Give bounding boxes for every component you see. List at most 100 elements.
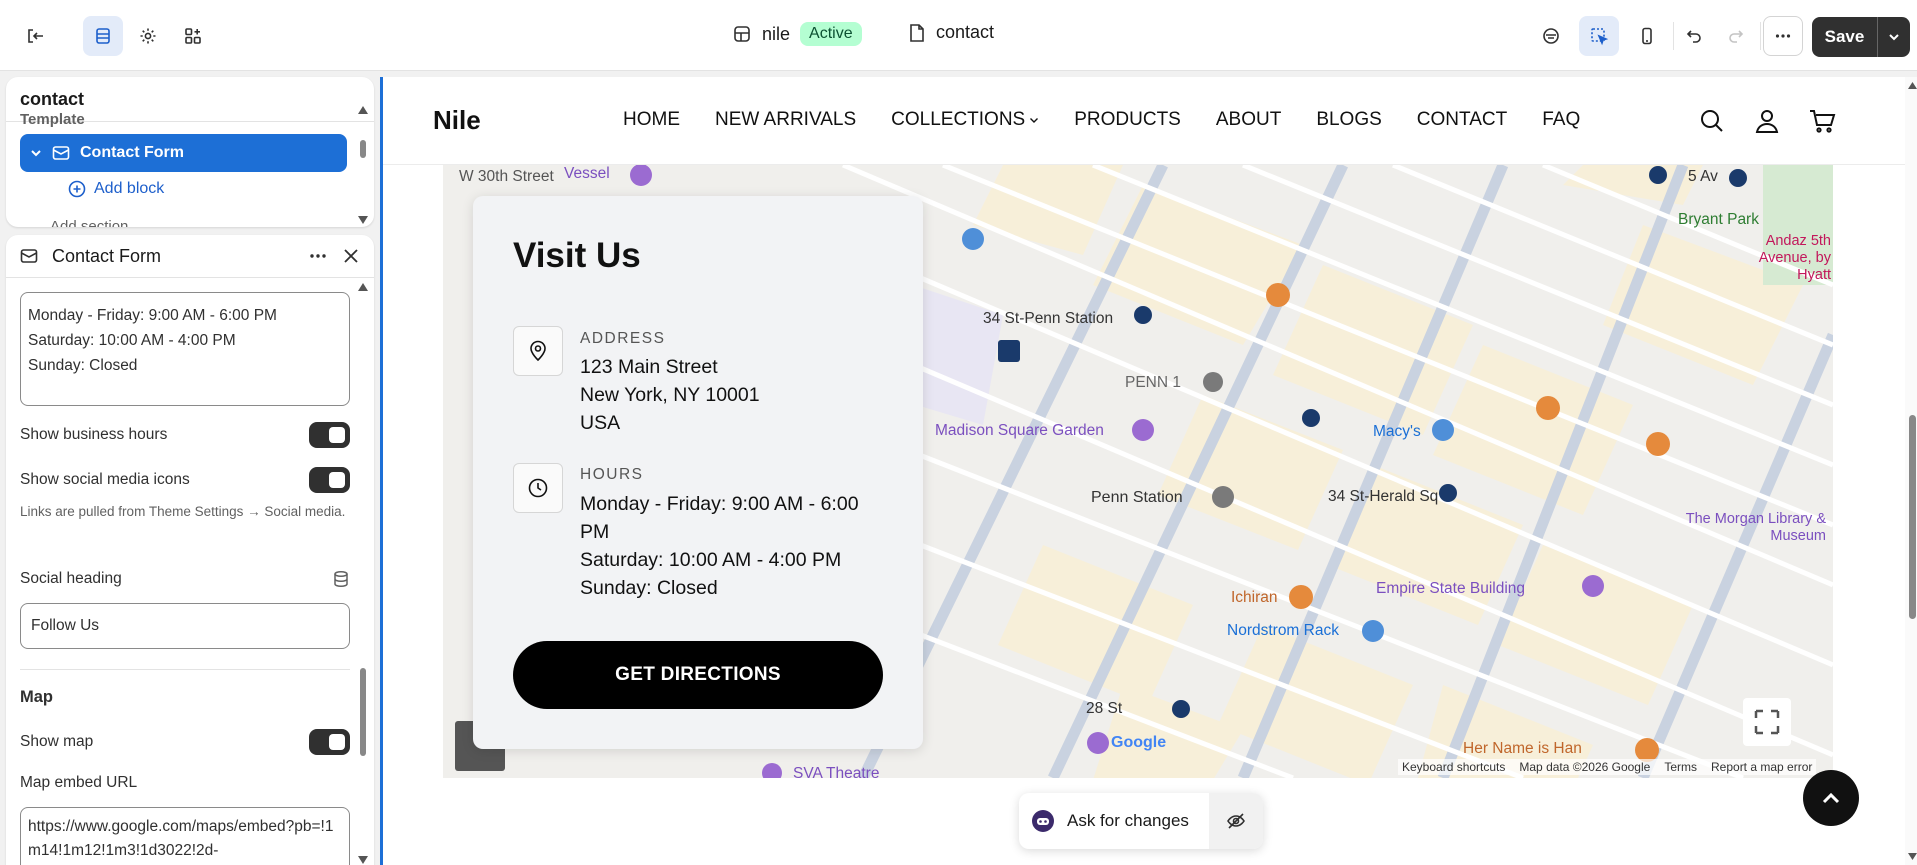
show-social-row: Show social media icons	[20, 467, 350, 493]
save-button[interactable]: Save	[1812, 17, 1910, 57]
nav-products[interactable]: PRODUCTS	[1074, 109, 1181, 131]
map-label: Madison Square Garden	[935, 422, 1104, 439]
chevron-down-icon[interactable]	[1878, 30, 1910, 44]
show-social-toggle[interactable]	[309, 467, 350, 493]
location-pin-icon	[513, 326, 563, 376]
map-label: Andaz 5th Avenue, by Hyatt	[1758, 233, 1831, 283]
tree-partial-bottom[interactable]: Add section	[50, 218, 128, 227]
assistant-icon	[1032, 810, 1054, 832]
settings-panel: Contact Form Monday - Friday: 9:00 AM - …	[6, 235, 374, 865]
store-indicator[interactable]: nile Active	[732, 22, 862, 46]
hours-textarea[interactable]: Monday - Friday: 9:00 AM - 6:00 PM Satur…	[20, 292, 350, 406]
redo-icon[interactable]	[1716, 16, 1756, 56]
inspector-icon[interactable]	[1579, 16, 1619, 56]
account-icon[interactable]	[1753, 107, 1781, 135]
sections-panel: contact Template Contact Form Add block …	[6, 77, 374, 227]
social-heading-row: Social heading	[20, 570, 350, 588]
map-url-row: Map embed URL	[20, 774, 350, 792]
sections-scrollbar[interactable]	[358, 105, 368, 225]
map-label: Penn Station	[1091, 489, 1183, 506]
tree-item-label: Contact Form	[80, 144, 184, 161]
map-url-input[interactable]: https://www.google.com/maps/embed?pb=!1m…	[20, 807, 350, 865]
map-label: SVA Theatre	[793, 765, 880, 778]
address-label: ADDRESS	[580, 330, 666, 347]
tree-item-contact-form[interactable]: Contact Form	[20, 134, 347, 172]
status-badge: Active	[800, 22, 862, 46]
nav-contact[interactable]: CONTACT	[1417, 109, 1507, 131]
social-heading-input[interactable]: Follow Us	[20, 603, 350, 649]
more-icon[interactable]	[308, 246, 328, 266]
map-footer-link[interactable]: Report a map error	[1711, 760, 1812, 774]
map-label: 5 Av	[1688, 168, 1718, 185]
site-nav: HOME NEW ARRIVALS COLLECTIONS PRODUCTS A…	[623, 109, 1615, 131]
tree-partial-top[interactable]: Template	[20, 111, 85, 128]
plus-circle-icon	[68, 180, 86, 198]
storefront-preview: Nile HOME NEW ARRIVALS COLLECTIONS PRODU…	[380, 77, 1917, 865]
mail-icon	[20, 249, 38, 263]
save-label: Save	[1812, 17, 1878, 57]
map-footer: Keyboard shortcuts Map data ©2026 Google…	[1398, 759, 1817, 775]
page-selector[interactable]: contact	[908, 22, 994, 43]
map-label: The Morgan Library & Museum	[1685, 511, 1826, 544]
show-business-hours-label: Show business hours	[20, 426, 168, 443]
show-business-hours-toggle[interactable]	[309, 422, 350, 448]
layout-icon	[734, 26, 750, 42]
add-block-label: Add block	[94, 180, 165, 197]
gear-icon[interactable]	[128, 16, 168, 56]
database-icon[interactable]	[332, 570, 350, 588]
map-footer-link[interactable]: Terms	[1664, 760, 1697, 774]
ask-for-changes-bar[interactable]: Ask for changes	[1019, 793, 1263, 849]
map-label: Her Name is Han	[1463, 740, 1582, 757]
close-icon[interactable]	[342, 247, 360, 265]
map-label: PENN 1	[1125, 374, 1181, 391]
nav-home[interactable]: HOME	[623, 109, 680, 131]
show-business-hours-row: Show business hours	[20, 422, 350, 448]
apps-icon[interactable]	[173, 16, 213, 56]
map-label: Macy's	[1373, 423, 1421, 440]
hours-value: Monday - Friday: 9:00 AM - 6:00 PM Satur…	[580, 493, 859, 599]
nav-about[interactable]: ABOUT	[1216, 109, 1281, 131]
map-footer-link: Map data ©2026 Google	[1519, 760, 1651, 774]
map-label: Ichiran	[1231, 589, 1278, 606]
show-map-row: Show map	[20, 729, 350, 755]
nav-faq[interactable]: FAQ	[1542, 109, 1580, 131]
map-footer-link[interactable]: Keyboard shortcuts	[1402, 760, 1505, 774]
site-logo[interactable]: Nile	[433, 105, 481, 136]
mobile-view-icon[interactable]	[1627, 16, 1667, 56]
nav-collections[interactable]: COLLECTIONS	[891, 109, 1039, 131]
ask-for-changes-label: Ask for changes	[1067, 811, 1189, 830]
preview-mode-icon[interactable]	[1531, 16, 1571, 56]
map-label: W 30th Street	[459, 168, 554, 185]
store-name: nile	[762, 23, 791, 44]
undo-icon[interactable]	[1674, 16, 1714, 56]
cart-icon[interactable]	[1808, 107, 1836, 135]
exit-icon[interactable]	[15, 16, 55, 56]
editor-topbar: nile Active contact Save	[0, 0, 1917, 71]
nav-new-arrivals[interactable]: NEW ARRIVALS	[715, 109, 856, 131]
show-map-label: Show map	[20, 733, 94, 750]
divider	[20, 669, 350, 670]
show-map-toggle[interactable]	[309, 729, 350, 755]
map-label: Empire State Building	[1376, 580, 1526, 597]
social-heading-label: Social heading	[20, 570, 122, 587]
map-label: 34 St-Penn Station	[983, 310, 1114, 327]
map-label: Vessel	[564, 165, 610, 182]
preview-scrollbar[interactable]	[1905, 77, 1917, 865]
search-icon[interactable]	[1698, 107, 1726, 135]
get-directions-button[interactable]: GET DIRECTIONS	[513, 641, 883, 709]
hide-eye-icon[interactable]	[1209, 793, 1263, 849]
add-block-button[interactable]: Add block	[68, 180, 164, 198]
more-icon[interactable]	[1763, 16, 1803, 56]
map-label: 28 St	[1086, 700, 1123, 717]
page-name: contact	[936, 22, 995, 42]
nav-blogs[interactable]: BLOGS	[1316, 109, 1381, 131]
mail-icon	[52, 146, 70, 160]
scroll-to-top-button[interactable]	[1803, 770, 1859, 826]
chevron-down-icon[interactable]	[30, 147, 42, 159]
settings-title: Contact Form	[52, 245, 162, 266]
clock-icon	[513, 463, 563, 513]
settings-scrollbar[interactable]	[358, 282, 368, 865]
map-heading: Map	[20, 688, 350, 707]
sections-icon[interactable]	[83, 16, 123, 56]
address-value: 123 Main Street New York, NY 10001 USA	[580, 356, 760, 434]
